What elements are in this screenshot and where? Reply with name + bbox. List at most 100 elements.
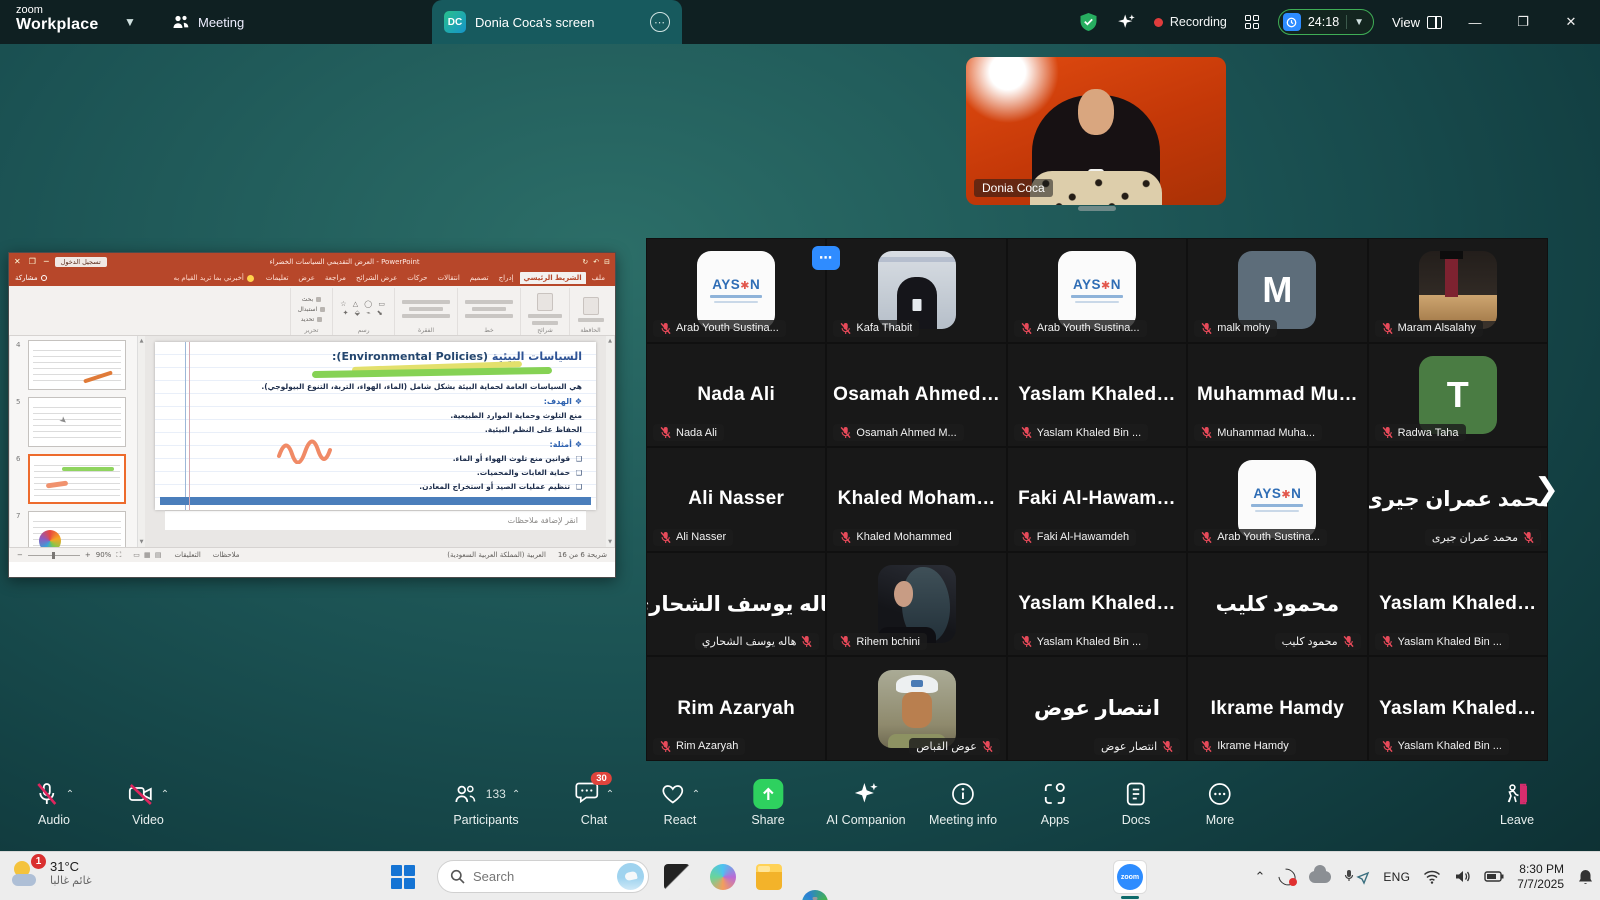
meeting-info-button[interactable]: Meeting info <box>929 778 997 827</box>
security-shield-icon[interactable] <box>1079 12 1098 32</box>
chat-button[interactable]: 30 ⌃ Chat <box>574 778 614 827</box>
participant-tile-13[interactable]: AYS✱NArab Youth Sustina... <box>1188 448 1366 551</box>
tray-chevron-icon[interactable]: ⌃ <box>1254 869 1265 885</box>
ppt-notes-pane[interactable]: انقر لإضافة ملاحظات <box>165 510 586 530</box>
next-page-button[interactable]: ❯ <box>1534 472 1559 507</box>
ppt-minimize-icon[interactable]: ─ <box>44 257 49 266</box>
task-view-icon[interactable] <box>664 864 690 890</box>
tab-meeting[interactable]: Meeting <box>172 0 244 44</box>
recording-indicator[interactable]: Recording <box>1154 15 1227 29</box>
copilot-icon[interactable] <box>710 864 736 890</box>
ppt-ribbon-group-4[interactable]: ▭ ◯ △ ☆⬊ ⌁ ⬙ ✦رسم <box>332 288 394 335</box>
ppt-share-button[interactable]: مشاركة <box>15 274 47 282</box>
ppt-tab-2[interactable]: إدراج <box>495 272 518 284</box>
participant-tile-19[interactable]: Yaslam Khaled…Yaslam Khaled Bin ... <box>1369 553 1547 656</box>
participant-tile-22[interactable]: انتصار عوضانتصار عوض <box>1008 657 1186 760</box>
ppt-comments-button[interactable]: التعليقات <box>175 551 201 559</box>
ai-companion-button[interactable]: AI Companion <box>826 778 905 827</box>
tab-options-icon[interactable]: ⋯ <box>650 12 670 32</box>
ppt-tellme-search[interactable]: أخبرني بما تريد القيام به <box>173 274 253 282</box>
participant-tile-14[interactable]: محمد عمران جيرىمحمد عمران جيرى <box>1369 448 1547 551</box>
view-button[interactable]: View <box>1392 15 1442 30</box>
onedrive-icon[interactable] <box>1309 871 1331 883</box>
participant-tile-2[interactable]: AYS✱NArab Youth Sustina... <box>1008 239 1186 342</box>
ppt-tab-3[interactable]: تصميم <box>466 272 493 284</box>
participant-tile-7[interactable]: Yaslam Khaled…Yaslam Khaled Bin ... <box>1008 344 1186 447</box>
chat-chevron-icon[interactable]: ⌃ <box>606 789 614 800</box>
participants-button[interactable]: 133 ⌃ Participants <box>452 778 520 827</box>
participant-tile-4[interactable]: Maram Alsalahy <box>1369 239 1547 342</box>
zoom-app-icon[interactable]: zoom <box>1113 860 1147 894</box>
participant-tile-21[interactable]: عوض القباص <box>827 657 1005 760</box>
ppt-restore-icon[interactable]: ❐ <box>29 257 36 266</box>
ppt-ribbon-group-1[interactable]: شرائح <box>520 288 569 335</box>
ppt-slide-canvas[interactable]: السياسات البيئية (Environmental Policies… <box>155 342 596 510</box>
ppt-ribbon-group-3[interactable]: الفقرة <box>394 288 457 335</box>
meeting-timer[interactable]: 24:18 ▼ <box>1278 9 1374 35</box>
participant-tile-23[interactable]: Ikrame HamdyIkrame Hamdy <box>1188 657 1366 760</box>
slide-thumbnail-4[interactable] <box>28 340 126 390</box>
ppt-tab-5[interactable]: حركات <box>403 272 431 284</box>
workspace-chevron-icon[interactable]: ▼ <box>124 15 136 29</box>
participant-tile-3[interactable]: Mmalk mohy <box>1188 239 1366 342</box>
speaker-video-donia[interactable]: Donia Coca <box>966 57 1226 205</box>
minimize-button[interactable]: — <box>1460 15 1490 30</box>
tile-options-button[interactable]: ⋯ <box>812 246 840 270</box>
slide-thumbnail-6[interactable] <box>28 454 126 504</box>
participant-tile-16[interactable]: Rihem bchini <box>827 553 1005 656</box>
participant-tile-15[interactable]: هاله يوسف الشحاريهاله يوسف الشحاري <box>647 553 825 656</box>
ppt-notes-button[interactable]: ملاحظات <box>213 551 240 559</box>
react-button[interactable]: ⌃ React <box>660 778 700 827</box>
ppt-ribbon-group-5[interactable]: بحثاستبدالتحديدتحرير <box>290 288 333 335</box>
close-button[interactable]: ✕ <box>1556 14 1586 30</box>
audio-chevron-icon[interactable]: ⌃ <box>66 789 74 800</box>
leave-button[interactable]: Leave <box>1500 778 1534 827</box>
timer-chevron-icon[interactable]: ▼ <box>1354 17 1364 28</box>
mic-location-icon[interactable] <box>1344 869 1370 885</box>
ppt-tab-0[interactable]: ملف <box>588 272 609 284</box>
slide-thumbnail-7[interactable] <box>28 511 126 547</box>
participant-tile-11[interactable]: Khaled Moham…Khaled Mohammed <box>827 448 1005 551</box>
battery-icon[interactable] <box>1484 870 1504 883</box>
react-chevron-icon[interactable]: ⌃ <box>692 789 700 800</box>
video-button[interactable]: ⌃ Video <box>127 778 169 827</box>
taskbar-clock[interactable]: 8:30 PM 7/7/2025 <box>1517 862 1564 892</box>
more-button[interactable]: More <box>1206 778 1234 827</box>
ppt-view-icons[interactable]: ▭ ▦ ▤ <box>133 551 162 559</box>
ppt-tab-9[interactable]: تعليمات <box>262 272 293 284</box>
taskbar-search[interactable] <box>437 860 649 893</box>
speaker-icon[interactable] <box>1454 869 1471 884</box>
ai-sparkle-icon[interactable] <box>1116 12 1136 32</box>
sync-recording-icon[interactable] <box>1278 869 1296 885</box>
participant-tile-0[interactable]: AYS✱NArab Youth Sustina... <box>647 239 825 342</box>
ppt-language[interactable]: العربية (المملكة العربية السعودية) <box>447 551 546 559</box>
start-button[interactable] <box>391 865 415 889</box>
search-input[interactable] <box>473 869 609 884</box>
ppt-thumbnail-scrollbar[interactable]: ▲▼ <box>137 336 145 547</box>
audio-button[interactable]: ⌃ Audio <box>34 778 74 827</box>
participants-chevron-icon[interactable]: ⌃ <box>512 789 520 800</box>
wifi-icon[interactable] <box>1423 870 1441 884</box>
ppt-ribbon-group-2[interactable]: خط <box>457 288 520 335</box>
ppt-tab-8[interactable]: عرض <box>294 272 319 284</box>
participant-tile-18[interactable]: محمود كليبمحمود كليب <box>1188 553 1366 656</box>
participant-tile-1[interactable]: Kafa Thabit <box>827 239 1005 342</box>
shared-screen-powerpoint[interactable]: ✕ ❐ ─ تسجيل الدخول العرض التقديمي السياس… <box>8 252 616 578</box>
share-button[interactable]: Share <box>751 778 784 827</box>
edge-icon[interactable] <box>802 890 828 900</box>
participant-tile-9[interactable]: TRadwa Taha <box>1369 344 1547 447</box>
ppt-quick-access-icons[interactable]: ↻↶⊟ <box>582 258 610 266</box>
ppt-tab-7[interactable]: مراجعة <box>321 272 350 284</box>
search-highlight-image[interactable] <box>617 863 644 890</box>
slide-thumbnail-5[interactable] <box>28 397 126 447</box>
file-explorer-icon[interactable] <box>756 864 782 890</box>
restore-button[interactable]: ❐ <box>1508 14 1538 30</box>
ppt-zoom-control[interactable]: −+ 90%⛶ <box>17 551 121 560</box>
notification-bell-icon[interactable] <box>1577 868 1594 886</box>
ppt-tab-6[interactable]: عرض الشرائح <box>352 272 401 284</box>
video-chevron-icon[interactable]: ⌃ <box>161 789 169 800</box>
participant-tile-6[interactable]: Osamah Ahmed…Osamah Ahmed M... <box>827 344 1005 447</box>
participant-tile-5[interactable]: Nada AliNada Ali <box>647 344 825 447</box>
gallery-grid-icon[interactable] <box>1245 15 1260 30</box>
participant-tile-10[interactable]: Ali NasserAli Nasser <box>647 448 825 551</box>
